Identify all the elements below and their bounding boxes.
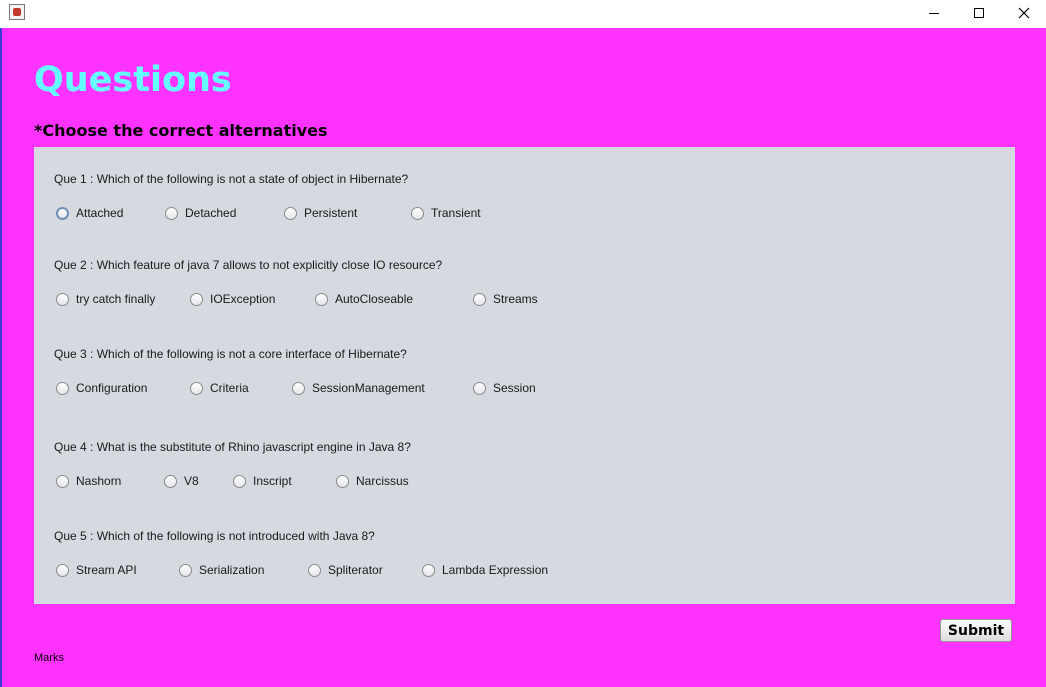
q1-option-3[interactable]: Persistent <box>284 206 357 220</box>
radio-icon[interactable] <box>233 474 246 488</box>
question-5-text: Que 5 : Which of the following is not in… <box>54 529 375 543</box>
q2-option-3[interactable]: AutoCloseable <box>315 292 413 306</box>
option-label: Lambda Expression <box>442 563 549 577</box>
q4-option-1[interactable]: Nashorn <box>56 474 121 488</box>
radio-icon[interactable] <box>56 206 69 220</box>
page-title: Questions <box>34 60 232 100</box>
radio-icon[interactable] <box>473 292 486 306</box>
q1-option-2[interactable]: Detached <box>165 206 236 220</box>
q5-option-4[interactable]: Lambda Expression <box>422 563 548 577</box>
option-label: Persistent <box>304 206 358 220</box>
q5-option-1[interactable]: Stream API <box>56 563 137 577</box>
close-button[interactable] <box>1001 0 1046 26</box>
instructions-label: *Choose the correct alternatives <box>34 121 328 140</box>
option-label: Spliterator <box>328 563 383 577</box>
option-label: Criteria <box>210 381 249 395</box>
option-label: Detached <box>185 206 237 220</box>
radio-icon[interactable] <box>56 292 69 306</box>
q5-option-3[interactable]: Spliterator <box>308 563 383 577</box>
submit-button[interactable]: Submit <box>940 619 1012 642</box>
option-label: Nashorn <box>76 474 122 488</box>
maximize-icon <box>974 8 984 18</box>
option-label: Stream API <box>76 563 137 577</box>
option-label: V8 <box>184 474 199 488</box>
option-label: Serialization <box>199 563 265 577</box>
q2-option-4[interactable]: Streams <box>473 292 538 306</box>
option-label: Inscript <box>253 474 292 488</box>
q3-option-4[interactable]: Session <box>473 381 536 395</box>
option-label: AutoCloseable <box>335 292 414 306</box>
radio-icon[interactable] <box>190 381 203 395</box>
q4-option-4[interactable]: Narcissus <box>336 474 409 488</box>
radio-icon[interactable] <box>473 381 486 395</box>
radio-icon[interactable] <box>165 206 178 220</box>
radio-icon[interactable] <box>179 563 192 577</box>
option-label: Streams <box>493 292 538 306</box>
radio-icon[interactable] <box>336 474 349 488</box>
option-label: try catch finally <box>76 292 156 306</box>
q4-option-3[interactable]: Inscript <box>233 474 292 488</box>
question-2-text: Que 2 : Which feature of java 7 allows t… <box>54 258 443 272</box>
marks-label: Marks <box>34 652 64 664</box>
q2-option-2[interactable]: IOException <box>190 292 275 306</box>
maximize-button[interactable] <box>956 0 1002 26</box>
radio-icon[interactable] <box>164 474 177 488</box>
option-label: Narcissus <box>356 474 409 488</box>
q1-option-1[interactable]: Attached <box>56 206 123 220</box>
option-label: Configuration <box>76 381 148 395</box>
option-label: SessionManagement <box>312 381 425 395</box>
question-4-text: Que 4 : What is the substitute of Rhino … <box>54 440 411 454</box>
java-coffee-icon <box>9 4 25 20</box>
radio-icon[interactable] <box>292 381 305 395</box>
option-label: IOException <box>210 292 276 306</box>
radio-icon[interactable] <box>56 381 69 395</box>
q3-option-3[interactable]: SessionManagement <box>292 381 425 395</box>
radio-icon[interactable] <box>190 292 203 306</box>
radio-icon[interactable] <box>284 206 297 220</box>
title-bar <box>0 0 1046 28</box>
radio-icon[interactable] <box>56 563 69 577</box>
q3-option-2[interactable]: Criteria <box>190 381 249 395</box>
questions-panel: Que 1 : Which of the following is not a … <box>34 147 1015 604</box>
radio-icon[interactable] <box>411 206 424 220</box>
close-icon <box>1018 7 1030 19</box>
question-1-text: Que 1 : Which of the following is not a … <box>54 172 409 186</box>
q1-option-4[interactable]: Transient <box>411 206 481 220</box>
minimize-icon <box>929 13 939 14</box>
option-label: Session <box>493 381 536 395</box>
radio-icon[interactable] <box>422 563 435 577</box>
question-3-text: Que 3 : Which of the following is not a … <box>54 347 407 361</box>
radio-icon[interactable] <box>315 292 328 306</box>
q2-option-1[interactable]: try catch finally <box>56 292 155 306</box>
q4-option-2[interactable]: V8 <box>164 474 199 488</box>
q5-option-2[interactable]: Serialization <box>179 563 264 577</box>
q3-option-1[interactable]: Configuration <box>56 381 147 395</box>
minimize-button[interactable] <box>911 0 957 26</box>
radio-icon[interactable] <box>308 563 321 577</box>
option-label: Attached <box>76 206 124 220</box>
option-label: Transient <box>431 206 481 220</box>
radio-icon[interactable] <box>56 474 69 488</box>
